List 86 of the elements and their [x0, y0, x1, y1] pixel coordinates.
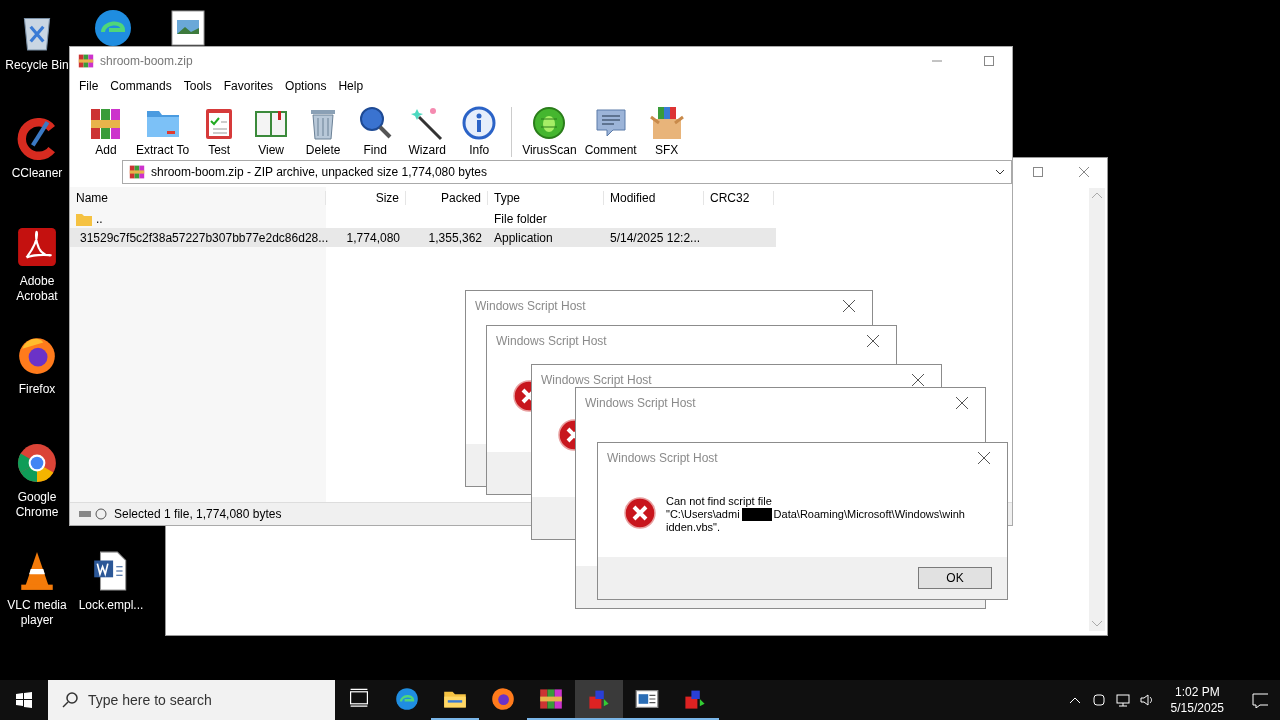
table-cell-text: Application — [493, 230, 554, 245]
dialog-title: Windows Script Host — [496, 334, 608, 348]
menu-item[interactable]: Commands — [105, 77, 177, 95]
menu-item[interactable]: Tools — [178, 77, 217, 95]
toolbar-button[interactable]: Comment — [580, 105, 641, 157]
table-cell-text: 1,355,362 — [427, 230, 483, 245]
close-icon — [956, 397, 968, 409]
file-row[interactable]: 31529c7f5c2f38a57227b307bb77e2dc86d28... 1,774,080 1,355,362 Application 5/14/2025 12:2... — [70, 228, 776, 247]
pdf-icon — [16, 226, 58, 268]
archive-icon — [78, 53, 94, 69]
file-name: 31529c7f5c2f38a57227b307bb77e2dc86d28... — [80, 230, 329, 245]
toolbar-button[interactable]: Info — [453, 105, 506, 157]
column-header[interactable]: Size — [326, 191, 406, 205]
chrome-icon — [16, 442, 58, 484]
close-icon — [1079, 167, 1089, 177]
table-cell-text: 5/14/2025 12:2... — [609, 230, 702, 245]
toolbar-button[interactable]: Delete — [297, 105, 350, 157]
windows-icon — [16, 692, 32, 708]
message-text: Can not find script file — [666, 495, 773, 508]
status-icon — [78, 507, 108, 521]
clock[interactable]: 1:02 PM 5/15/2025 — [1162, 684, 1232, 716]
security-icon[interactable] — [1090, 692, 1107, 708]
bug-icon — [531, 105, 568, 141]
search-icon — [62, 692, 78, 708]
search-field[interactable]: Type here to search — [48, 680, 335, 720]
desktop-icon-label[interactable]: Lock.empl... — [76, 598, 146, 613]
toolbar-button[interactable]: View — [245, 105, 298, 157]
box-icon — [648, 105, 685, 141]
info-icon — [461, 105, 498, 141]
close-icon — [843, 300, 855, 312]
fox-icon — [491, 687, 515, 711]
message-text: "C:\Users\admi — [666, 508, 740, 521]
speaker-icon[interactable] — [1138, 692, 1155, 708]
dialog-title: Windows Script Host — [541, 373, 653, 387]
column-header[interactable]: CRC32 — [704, 191, 774, 205]
dialog-title: Windows Script Host — [475, 299, 587, 313]
dialog-title: Windows Script Host — [585, 396, 697, 410]
network-icon[interactable] — [1114, 692, 1131, 708]
magnifier-icon — [357, 105, 394, 141]
message-text: idden.vbs". — [666, 521, 722, 534]
archive-icon — [129, 164, 145, 180]
toolbar-button[interactable]: VirusScan — [518, 105, 581, 157]
ok-button[interactable]: OK — [918, 567, 992, 589]
close-icon — [912, 374, 924, 386]
image-file-icon[interactable] — [171, 10, 205, 46]
desktop-icon-label[interactable]: Google Chrome — [2, 490, 72, 520]
dialog-title: Windows Script Host — [607, 451, 719, 465]
toolbar-button[interactable]: Test — [193, 105, 246, 157]
dropdown-caret-icon[interactable] — [995, 168, 1005, 176]
window-title: shroom-boom.zip — [100, 54, 194, 68]
books-icon — [539, 687, 563, 711]
toolbar-button[interactable]: Find — [349, 105, 402, 157]
desktop-icon-label[interactable]: Firefox — [2, 382, 72, 397]
window-icon — [635, 687, 659, 711]
edge-icon — [395, 687, 419, 711]
toolbar-button[interactable]: SFX — [640, 105, 693, 157]
table-cell-text: File folder — [493, 211, 548, 226]
menu-item[interactable]: Options — [280, 77, 332, 95]
close-icon — [978, 452, 990, 464]
desktop-icon-label[interactable]: CCleaner — [2, 166, 72, 181]
file-row[interactable]: .. File folder — [70, 209, 776, 228]
column-header[interactable]: Packed — [406, 191, 488, 205]
error-icon — [624, 497, 656, 529]
message-text: Data\Roaming\Microsoft\Windows\winh — [773, 508, 965, 521]
redaction-block — [741, 508, 772, 521]
status-text: Selected 1 file, 1,774,080 bytes — [114, 507, 282, 521]
table-cell-text: 1,774,080 — [345, 230, 401, 245]
desktop-icon-label[interactable]: Adobe Acrobat — [2, 274, 72, 304]
column-header[interactable]: Name — [70, 191, 326, 205]
brush-icon — [16, 118, 58, 160]
address-field[interactable]: shroom-boom.zip - ZIP archive, unpacked size 1,774,080 bytes — [122, 160, 1012, 184]
close-icon — [867, 335, 879, 347]
toolbar-button[interactable]: Extract To — [132, 105, 194, 157]
menu-item[interactable]: File — [74, 77, 104, 95]
notification-icon — [1252, 692, 1268, 708]
file-name: .. — [96, 211, 103, 226]
maximize-icon — [1033, 167, 1043, 177]
desktop-icon-label[interactable]: VLC media player — [2, 598, 72, 628]
desktop-icon-label[interactable]: Recycle Bin — [2, 58, 72, 73]
toolbar-button[interactable]: Wizard — [401, 105, 454, 157]
toolbar-button[interactable]: Add — [80, 105, 132, 157]
maximize-icon — [984, 56, 994, 66]
column-header[interactable]: Modified — [604, 191, 704, 205]
column-header[interactable]: Type — [488, 191, 604, 205]
menu-item[interactable]: Favorites — [218, 77, 279, 95]
menu-item[interactable]: Help — [333, 77, 369, 95]
